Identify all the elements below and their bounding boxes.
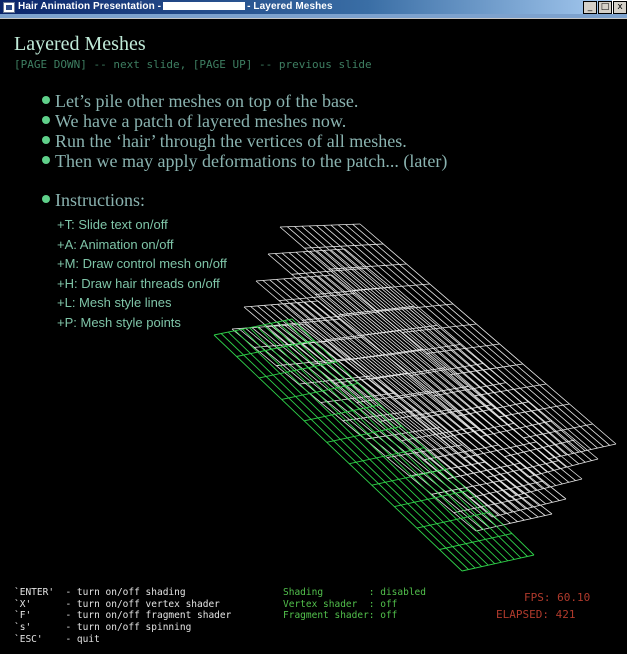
bullet-dot [42, 116, 50, 124]
mesh-line [304, 243, 384, 249]
instruction-item: +T: Slide text on/off [57, 217, 168, 232]
mesh-line [323, 225, 586, 452]
bullet-item: Run the ‘hair’ through the vertices of a… [42, 131, 447, 151]
bullet-item: Let’s pile other meshes on top of the ba… [42, 91, 447, 111]
mesh-line [440, 423, 514, 439]
mesh-line [486, 460, 560, 478]
mesh-layer-5 [231, 323, 553, 532]
mesh-line [504, 439, 576, 458]
status-line: Shading : disabled [283, 587, 426, 598]
title-bar-edge [0, 14, 627, 18]
instructions-title: Instructions: [55, 190, 145, 210]
status-line: Fragment shader: off [283, 610, 398, 622]
mesh-line [509, 478, 583, 498]
bullet-dot [42, 96, 50, 104]
mesh-line [461, 554, 535, 572]
mesh-line [311, 301, 560, 501]
bullet-list: Let’s pile other meshes on top of the ba… [42, 91, 447, 171]
bullet-item: Then we may apply deformations to the pa… [42, 151, 447, 171]
key-help-line: `X' - turn on/off vertex shader [14, 598, 220, 610]
window-controls: _ □ x [583, 1, 627, 15]
window-title-suffix: - Layered Meshes [247, 1, 333, 12]
minimize-button[interactable]: _ [583, 1, 597, 14]
slide-title: Layered Meshes [14, 33, 146, 55]
bullet-text: Let’s pile other meshes on top of the ba… [55, 91, 359, 111]
mesh-line [469, 480, 544, 499]
redacted-username [163, 2, 246, 11]
window-title-prefix: Hair Animation Presentation - [18, 1, 162, 12]
mesh-line [352, 223, 611, 446]
instruction-item: +A: Animation on/off [57, 236, 174, 252]
bullet-text: Run the ‘hair’ through the vertices of a… [55, 131, 407, 151]
key-help-line: `F' - turn on/off fragment shader [14, 610, 232, 622]
render-canvas[interactable]: Layered Meshes [PAGE DOWN] -- next slide… [0, 19, 627, 654]
instruction-item: +L: Mesh style lines [57, 295, 172, 310]
mesh-line [491, 498, 567, 518]
bullet-dot [42, 156, 50, 164]
bullet-item: We have a patch of layered meshes now. [42, 111, 447, 131]
bullet-dot [42, 195, 50, 203]
key-help-line: `ESC' - quit [14, 633, 100, 645]
mesh-line [330, 224, 592, 450]
key-help: `ENTER' - turn on/off shading `X' - turn … [14, 587, 231, 646]
instruction-item: +H: Draw hair threads on/off [57, 275, 220, 291]
mesh-line [298, 324, 546, 516]
bullet-dot [42, 136, 50, 144]
app-window: Hair Animation Presentation - - Layered M… [0, 0, 627, 654]
mesh-line [324, 275, 576, 481]
key-help-line: `ENTER' - turn on/off shading [14, 587, 186, 598]
close-button[interactable]: x [613, 1, 627, 14]
instruction-item: +P: Mesh style points [57, 314, 181, 330]
window-title: Hair Animation Presentation - - Layered M… [18, 1, 333, 12]
app-icon [3, 2, 15, 13]
mesh-line [475, 513, 553, 532]
mesh-line [345, 224, 604, 448]
instruction-item: +M: Draw control mesh on/off [57, 256, 227, 271]
elapsed-readout: ELAPSED: 421 [496, 608, 576, 621]
bullet-text: Then we may apply deformations to the pa… [55, 151, 448, 171]
mesh-line [317, 275, 570, 483]
shader-status: Shading : disabled Vertex shader : off Fra… [283, 587, 426, 622]
bullet-text: We have a patch of layered meshes now. [55, 111, 347, 131]
nav-hint: [PAGE DOWN] -- next slide, [PAGE UP] -- … [14, 58, 372, 71]
mesh-line [311, 276, 563, 485]
maximize-button[interactable]: □ [598, 1, 612, 14]
status-line: Vertex shader : off [283, 598, 398, 610]
mesh-line [291, 324, 539, 518]
title-bar[interactable]: Hair Animation Presentation - - Layered M… [0, 0, 627, 19]
mesh-line [304, 323, 553, 515]
key-help-line: `s' - turn on/off spinning [14, 622, 192, 634]
mesh-line [446, 462, 521, 480]
instructions-list: +T: Slide text on/off +A: Animation on/o… [57, 215, 227, 332]
instructions-heading: Instructions: [42, 190, 145, 211]
mesh-line [527, 458, 599, 478]
fps-readout: FPS: 60.10 [524, 591, 591, 604]
mesh-line [337, 224, 598, 449]
